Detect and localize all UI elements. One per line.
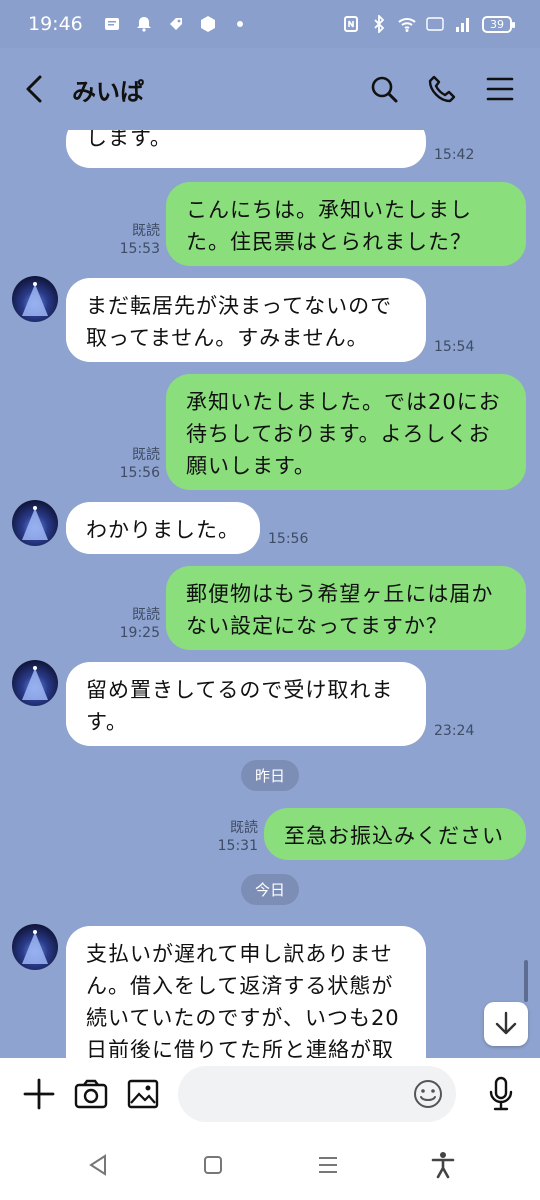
nav-back-button[interactable] (78, 1145, 118, 1185)
cube-app-icon (200, 16, 215, 32)
call-button[interactable] (426, 73, 458, 105)
recents-icon (318, 1157, 337, 1173)
read-receipt: 既読 15:31 (210, 819, 258, 855)
plus-icon (23, 1078, 55, 1110)
avatar-image (22, 666, 48, 700)
message-text: 留め置きしてるので受け取れます。 (86, 678, 394, 734)
arrow-down-icon (495, 1011, 517, 1035)
message-notification-icon (104, 18, 119, 30)
status-bar: 19:46 39 (0, 0, 540, 48)
read-label: 既読 (132, 223, 160, 239)
status-time: 19:46 (28, 13, 83, 35)
avatar-image (22, 506, 48, 540)
wifi-icon (398, 18, 416, 32)
read-receipt: 既読 15:53 (112, 222, 160, 258)
message-bubble-outgoing[interactable]: こんにちは。承知いたしました。住民票はとられました？ (166, 182, 526, 266)
emoji-icon[interactable] (412, 1078, 444, 1110)
message-time: 15:56 (268, 531, 309, 547)
tag-icon (169, 18, 182, 30)
message-bubble-outgoing[interactable]: 至急お振込みください (264, 808, 526, 860)
message-time: 15:53 (119, 241, 160, 257)
message-text: 支払いが遅れて申し訳ありません。借入をして返済する状態が続いていたのですが、いつ… (86, 942, 400, 1058)
image-button[interactable] (124, 1075, 162, 1113)
dot-icon (236, 21, 243, 27)
date-separator: 今日 (240, 874, 300, 905)
message-time: 15:31 (217, 838, 258, 854)
volte-icon (426, 17, 444, 31)
signal-icon (456, 18, 469, 32)
message-bubble-outgoing[interactable]: 郵便物はもう希望ヶ丘には届かない設定になってますか？ (166, 566, 526, 650)
message-time: 15:54 (434, 339, 475, 355)
message-bubble-incoming[interactable]: わかりました。 (66, 502, 260, 554)
message-text: 承知いたしました。では20にお待ちしております。よろしくお願いします。 (186, 390, 501, 478)
back-icon (26, 75, 42, 103)
avatar[interactable] (12, 660, 58, 706)
triangle-back-icon (88, 1154, 106, 1176)
menu-button[interactable] (484, 73, 516, 105)
nav-recents-button[interactable] (308, 1145, 348, 1185)
read-receipt: 既読 19:25 (112, 606, 160, 642)
add-button[interactable] (20, 1075, 58, 1113)
accessibility-icon (431, 1152, 454, 1179)
back-button[interactable] (24, 69, 56, 109)
message-text: わかりました。 (86, 518, 240, 542)
message-text: 至急お振込みください (284, 824, 504, 848)
message-bubble-incoming[interactable]: 支払いが遅れて申し訳ありません。借入をして返済する状態が続いていたのですが、いつ… (66, 926, 426, 1058)
chat-title: みいぱ (72, 77, 144, 106)
read-label: 既読 (132, 607, 160, 623)
message-input-bar (0, 1058, 540, 1130)
nfc-icon (344, 16, 358, 32)
menu-icon (486, 77, 514, 101)
avatar-image (22, 930, 48, 964)
avatar[interactable] (12, 924, 58, 970)
message-text: まだ転居先が決まってないので取ってません。すみません。 (86, 294, 393, 350)
read-receipt: 既読 15:56 (112, 446, 160, 482)
search-button[interactable] (368, 73, 400, 105)
avatar[interactable] (12, 500, 58, 546)
avatar[interactable] (12, 276, 58, 322)
read-label: 既読 (132, 447, 160, 463)
system-navigation-bar (0, 1130, 540, 1200)
message-text: 郵便物はもう希望ヶ丘には届かない設定になってますか？ (186, 582, 494, 638)
date-separator: 昨日 (240, 760, 300, 791)
chat-area[interactable]: します。 15:42 既読 15:53 こんにちは。承知いたしました。住民票はとら… (0, 130, 540, 1058)
avatar-image (22, 282, 48, 316)
message-text: こんにちは。承知いたしました。住民票はとられました？ (186, 198, 472, 254)
message-time: 23:24 (434, 723, 475, 739)
camera-icon (74, 1079, 108, 1109)
nav-home-button[interactable] (193, 1145, 233, 1185)
message-bubble-incoming[interactable]: 留め置きしてるので受け取れます。 (66, 662, 426, 746)
message-bubble-incoming[interactable]: まだ転居先が決まってないので取ってません。すみません。 (66, 278, 426, 362)
chat-header: みいぱ (0, 48, 540, 130)
bluetooth-icon (374, 15, 385, 33)
voice-button[interactable] (482, 1075, 520, 1113)
phone-icon (428, 75, 456, 103)
message-bubble-outgoing[interactable]: 承知いたしました。では20にお待ちしております。よろしくお願いします。 (166, 374, 526, 490)
search-icon (371, 76, 398, 103)
message-time: 19:25 (119, 625, 160, 641)
read-label: 既読 (230, 820, 258, 836)
message-input[interactable] (178, 1066, 456, 1122)
message-text: します。 (86, 130, 172, 150)
battery-level: 39 (490, 17, 504, 31)
scrollbar-thumb[interactable] (524, 960, 528, 1002)
message-time: 15:56 (119, 465, 160, 481)
square-home-icon (203, 1156, 222, 1174)
accessibility-button[interactable] (423, 1145, 463, 1185)
image-icon (127, 1079, 159, 1109)
bell-icon (136, 17, 151, 32)
scroll-to-bottom-button[interactable] (484, 1002, 528, 1046)
mic-icon (489, 1076, 513, 1111)
camera-button[interactable] (72, 1075, 110, 1113)
battery-icon: 39 (482, 15, 515, 33)
message-time: 15:42 (434, 147, 475, 163)
message-bubble-incoming[interactable]: します。 (66, 130, 426, 168)
